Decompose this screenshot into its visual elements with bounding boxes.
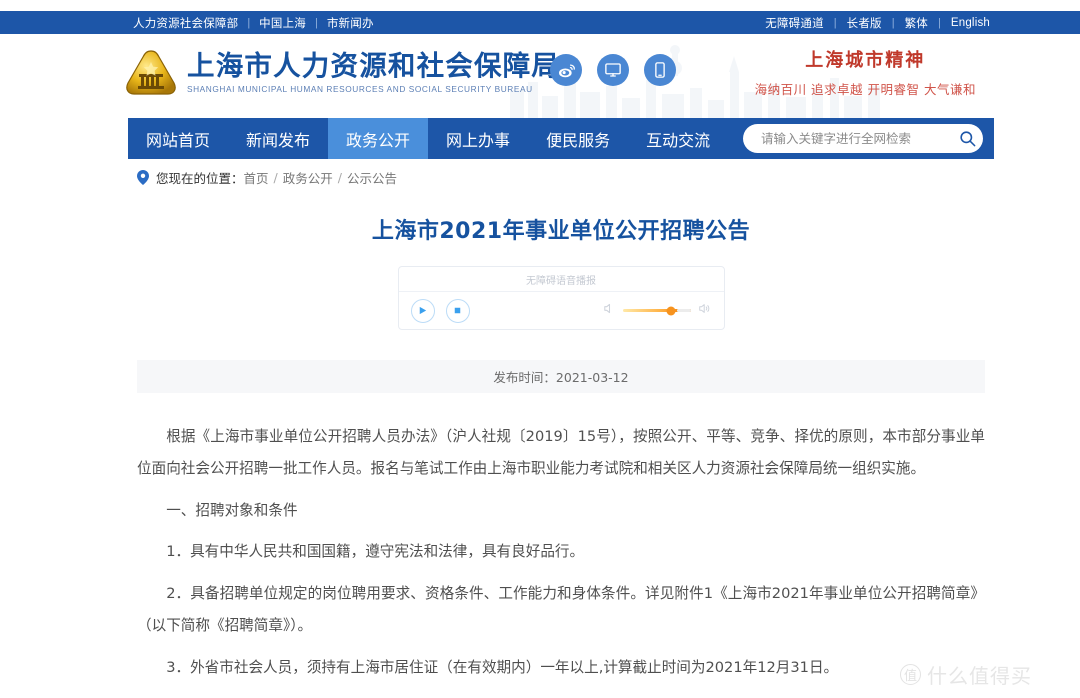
- social-icon-group: [550, 54, 676, 86]
- site-banner: 上海市人力资源和社会保障局 SHANGHAI MUNICIPAL HUMAN R…: [110, 34, 984, 118]
- top-utility-bar: 人力资源社会保障部 | 中国上海 | 市新闻办 无障碍通道 | 长者版 | 繁体…: [0, 11, 1080, 34]
- location-pin-icon: [137, 170, 149, 185]
- breadcrumb-item-government-affairs[interactable]: 政务公开: [283, 168, 333, 187]
- topbar-separator: |: [891, 16, 895, 29]
- nav-item-news[interactable]: 新闻发布: [228, 118, 328, 159]
- article-paragraph: 3．外省市社会人员，须持有上海市居住证（在有效期内）一年以上,计算截止时间为20…: [166, 658, 839, 676]
- article-paragraph: 1．具有中华人民共和国国籍，遵守宪法和法律，具有良好品行。: [166, 543, 585, 561]
- audio-player-controls: [399, 292, 724, 329]
- city-spirit-subtitle: 海纳百川 追求卓越 开明睿智 大气谦和: [754, 81, 976, 97]
- logo-title-en: SHANGHAI MUNICIPAL HUMAN RESOURCES AND S…: [187, 84, 533, 95]
- article-paragraph: 根据《上海市事业单位公开招聘人员办法》（沪人社规〔2019〕15号），按照公开、…: [137, 428, 985, 477]
- breadcrumb-item-home[interactable]: 首页: [244, 168, 269, 187]
- topbar-left-links: 人力资源社会保障部 | 中国上海 | 市新闻办: [133, 15, 374, 31]
- topbar-link-ministry[interactable]: 人力资源社会保障部: [133, 15, 238, 31]
- volume-up-icon[interactable]: [698, 302, 712, 320]
- topbar-separator: |: [314, 16, 318, 29]
- page-root: 人力资源社会保障部 | 中国上海 | 市新闻办 无障碍通道 | 长者版 | 繁体…: [0, 0, 1080, 698]
- city-spirit-title: 上海城市精神: [805, 50, 926, 71]
- topbar-separator: |: [833, 16, 837, 29]
- weibo-icon[interactable]: [550, 54, 582, 86]
- nav-item-home[interactable]: 网站首页: [128, 118, 228, 159]
- search-icon[interactable]: [955, 127, 979, 151]
- topbar-right-links: 无障碍通道 | 长者版 | 繁体 | English: [765, 15, 990, 31]
- topbar-separator: |: [938, 16, 941, 29]
- search-input[interactable]: [759, 130, 955, 147]
- breadcrumb-separator: /: [273, 170, 278, 185]
- topbar-link-traditional-chinese[interactable]: 繁体: [905, 15, 928, 31]
- page-title: 上海市2021年事业单位公开招聘公告: [371, 219, 751, 244]
- audio-player-title: 无障碍语音播报: [398, 267, 724, 292]
- publish-time-bar: 发布时间：2021-03-12: [137, 360, 985, 393]
- nav-item-online-services[interactable]: 网上办事: [428, 118, 528, 159]
- volume-mute-icon[interactable]: [603, 302, 616, 320]
- topbar-separator: |: [247, 16, 251, 29]
- nav-item-convenience-services[interactable]: 便民服务: [528, 118, 628, 159]
- government-emblem-icon: [126, 50, 176, 95]
- topbar-link-english[interactable]: English: [951, 17, 990, 29]
- article-container: 上海市2021年事业单位公开招聘公告 无障碍语音播报 发布时间：2021-03-…: [137, 200, 985, 694]
- topbar-link-elder-version[interactable]: 长者版: [847, 15, 882, 31]
- volume-slider-track-rest: [676, 309, 691, 312]
- stop-icon[interactable]: [445, 298, 470, 323]
- site-logo[interactable]: 上海市人力资源和社会保障局 SHANGHAI MUNICIPAL HUMAN R…: [124, 48, 560, 98]
- mobile-icon[interactable]: [644, 54, 676, 86]
- volume-slider-knob[interactable]: [666, 306, 676, 315]
- breadcrumb: 您现在的位置： 首页 / 政务公开 / 公示公告: [137, 168, 397, 187]
- article-section-heading: 一、招聘对象和条件: [166, 501, 298, 519]
- topbar-link-china-shanghai[interactable]: 中国上海: [259, 15, 306, 31]
- breadcrumb-separator: /: [337, 170, 342, 185]
- volume-slider[interactable]: [622, 306, 691, 315]
- search-box: [743, 124, 983, 153]
- article-body: 根据《上海市事业单位公开招聘人员办法》（沪人社规〔2019〕15号），按照公开、…: [137, 421, 985, 684]
- topbar-link-accessibility[interactable]: 无障碍通道: [765, 15, 824, 31]
- breadcrumb-item-announcements[interactable]: 公示公告: [347, 168, 397, 187]
- publish-time-text: 发布时间：2021-03-12: [493, 370, 629, 385]
- desktop-icon[interactable]: [597, 54, 629, 86]
- article-paragraph: 2．具备招聘单位规定的岗位聘用要求、资格条件、工作能力和身体条件。详见附件1《上…: [137, 585, 985, 635]
- topbar-link-press-office[interactable]: 市新闻办: [327, 15, 374, 31]
- logo-title-cn: 上海市人力资源和社会保障局: [187, 49, 561, 82]
- nav-item-interaction[interactable]: 互动交流: [628, 118, 728, 159]
- breadcrumb-label: 您现在的位置：: [156, 171, 244, 186]
- play-icon[interactable]: [410, 298, 435, 323]
- nav-item-government-affairs[interactable]: 政务公开: [328, 118, 429, 159]
- logo-text-block: 上海市人力资源和社会保障局 SHANGHAI MUNICIPAL HUMAN R…: [187, 49, 561, 95]
- city-spirit-block: 上海城市精神 海纳百川 追求卓越 开明睿智 大气谦和: [755, 50, 976, 98]
- accessibility-audio-player: 无障碍语音播报: [397, 266, 725, 330]
- main-navigation: 网站首页 新闻发布 政务公开 网上办事 便民服务 互动交流: [128, 118, 994, 159]
- volume-control: [603, 302, 712, 320]
